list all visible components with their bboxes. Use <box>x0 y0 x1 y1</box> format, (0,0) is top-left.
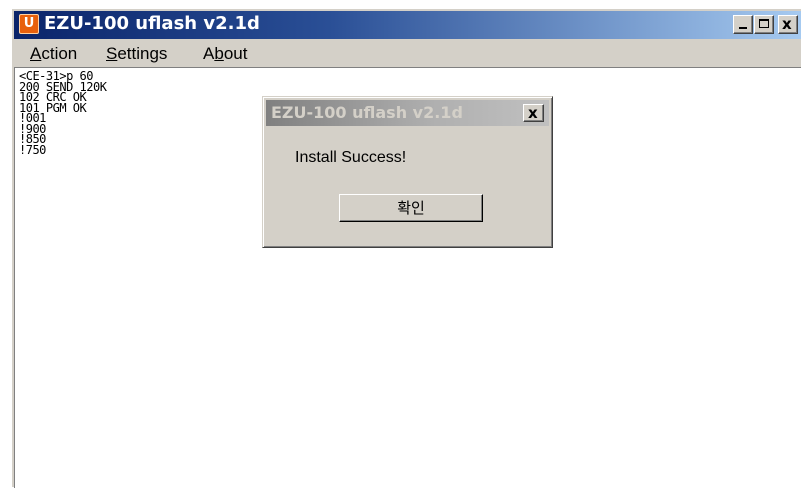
log-line: !750 <box>19 142 46 157</box>
menu-about[interactable]: About <box>203 44 247 64</box>
dialog-title: EZU-100 uflash v2.1d <box>271 103 463 122</box>
menu-action[interactable]: Action <box>30 44 77 64</box>
ok-button[interactable]: 확인 <box>339 194 483 222</box>
app-icon[interactable]: U <box>19 14 39 34</box>
window-titlebar[interactable]: U EZU-100 uflash v2.1d x <box>14 11 801 39</box>
dialog-close-button[interactable]: x <box>523 104 544 122</box>
dialog-message: Install Success! <box>295 149 407 166</box>
menu-bar: Action Settings About <box>14 41 801 67</box>
window-title: EZU-100 uflash v2.1d <box>44 13 260 34</box>
dialog-titlebar[interactable]: EZU-100 uflash v2.1d x <box>266 100 549 126</box>
maximize-button[interactable] <box>754 15 774 34</box>
install-success-dialog: EZU-100 uflash v2.1d x Install Success! … <box>262 96 553 248</box>
minimize-icon <box>739 27 747 29</box>
minimize-button[interactable] <box>733 15 753 34</box>
close-button[interactable]: x <box>778 15 798 34</box>
close-icon: x <box>782 15 792 33</box>
log-text: <CE-31>p 60 200 SEND 120K 102 CRC OK 101… <box>19 70 107 157</box>
menu-settings[interactable]: Settings <box>106 44 167 64</box>
close-icon: x <box>528 104 538 122</box>
maximize-icon <box>759 19 769 28</box>
